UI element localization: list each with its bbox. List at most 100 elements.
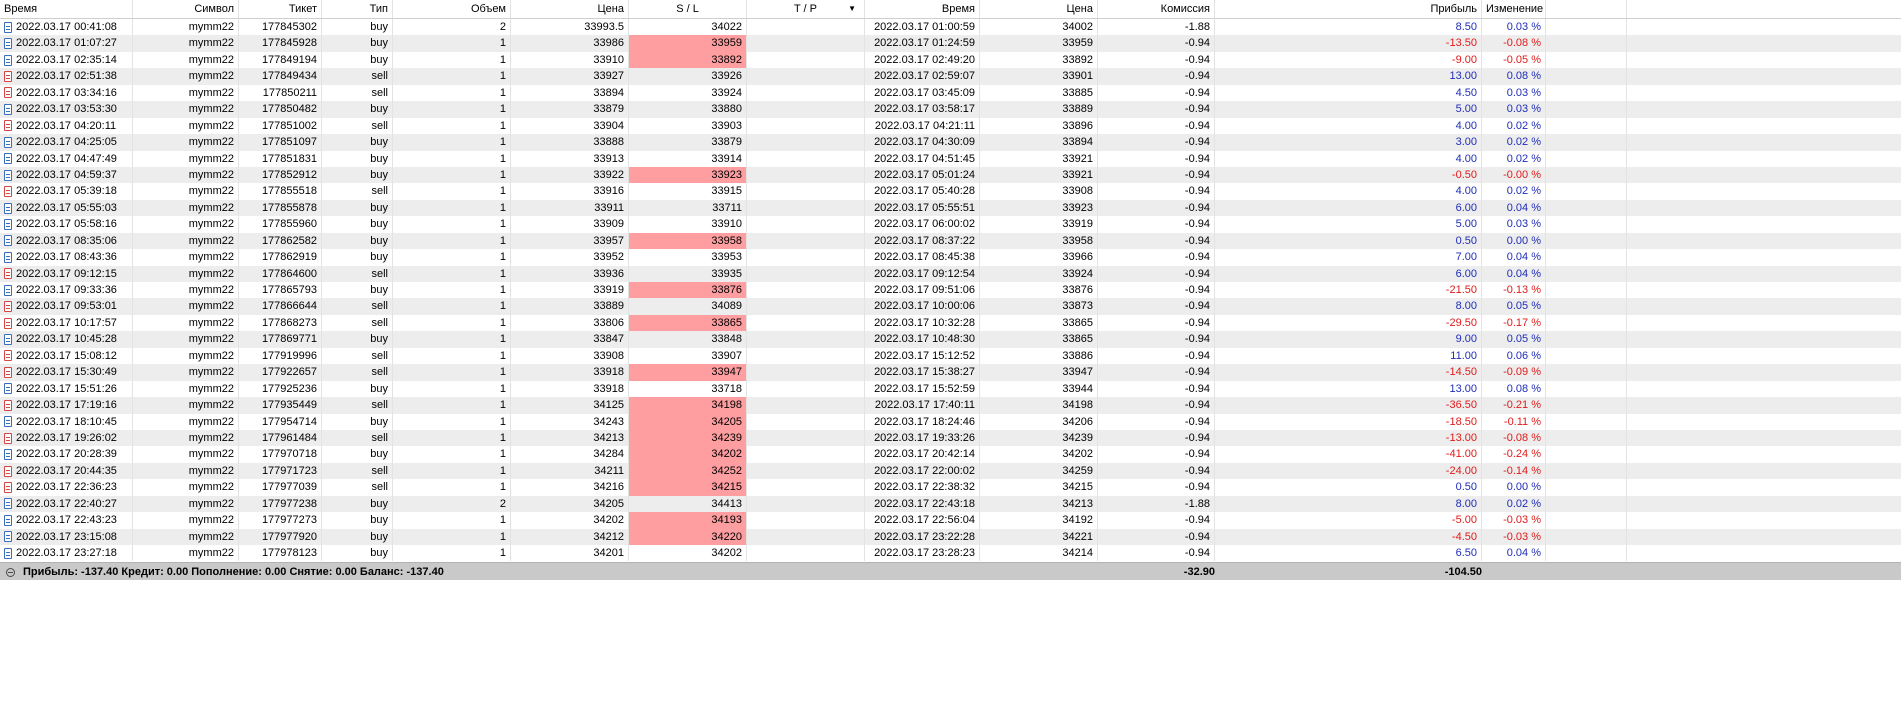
ticket-cell: 177935449: [239, 397, 322, 414]
table-row[interactable]: 2022.03.17 10:17:57 mymm22 177868273 sell 1 3…: [0, 314, 1901, 332]
sl-cell: 33914: [629, 150, 747, 167]
table-row[interactable]: 2022.03.17 23:15:08 mymm22 177977920 buy 1 34…: [0, 528, 1901, 545]
table-row[interactable]: 2022.03.17 02:51:38 mymm22 177849434 sell 1 3…: [0, 68, 1901, 85]
ticket-cell: 177851831: [239, 150, 322, 167]
profit-cell: 13.00: [1215, 68, 1482, 85]
close-price-cell: 34202: [980, 446, 1098, 463]
column-open-time[interactable]: Время: [0, 0, 133, 18]
commission-cell: -0.94: [1098, 512, 1215, 529]
open-time-text: 2022.03.17 23:15:08: [16, 530, 117, 543]
tp-cell: [747, 413, 865, 430]
column-commission[interactable]: Комиссия: [1098, 0, 1215, 18]
open-time-cell: 2022.03.17 09:12:15: [0, 265, 133, 282]
table-row[interactable]: 2022.03.17 01:07:27 mymm22 177845928 buy 1 33…: [0, 35, 1901, 52]
table-row[interactable]: 2022.03.17 02:35:14 mymm22 177849194 buy 1 33…: [0, 51, 1901, 69]
table-row[interactable]: 2022.03.17 04:59:37 mymm22 177852912 buy 1 33…: [0, 166, 1901, 184]
change-cell: 0.02 %: [1482, 183, 1546, 200]
close-price-cell: 33865: [980, 314, 1098, 332]
table-row[interactable]: 2022.03.17 10:45:28 mymm22 177869771 buy 1 33…: [0, 331, 1901, 348]
close-price-cell: 33921: [980, 166, 1098, 184]
open-time-text: 2022.03.17 04:47:49: [16, 152, 117, 165]
table-row[interactable]: 2022.03.17 09:12:15 mymm22 177864600 sell 1 3…: [0, 265, 1901, 282]
table-row[interactable]: 2022.03.17 18:10:45 mymm22 177954714 buy 1 34…: [0, 413, 1901, 430]
column-change[interactable]: Изменение: [1482, 0, 1546, 18]
open-price-cell: 34202: [511, 512, 629, 529]
ticket-cell: 177977273: [239, 512, 322, 529]
column-open-price[interactable]: Цена: [511, 0, 629, 18]
column-symbol[interactable]: Символ: [133, 0, 239, 18]
open-time-cell: 2022.03.17 10:17:57: [0, 314, 133, 332]
table-row[interactable]: 2022.03.17 08:35:06 mymm22 177862582 buy 1 33…: [0, 232, 1901, 250]
commission-cell: -0.94: [1098, 314, 1215, 332]
close-time-cell: 2022.03.17 10:48:30: [865, 331, 980, 348]
close-time-cell: 2022.03.17 23:22:28: [865, 528, 980, 545]
open-time-cell: 2022.03.17 04:20:11: [0, 117, 133, 135]
close-time-cell: 2022.03.17 10:00:06: [865, 298, 980, 315]
close-time-cell: 2022.03.17 15:12:52: [865, 347, 980, 365]
commission-cell: -1.88: [1098, 495, 1215, 513]
table-row[interactable]: 2022.03.17 15:30:49 mymm22 177922657 sell 1 3…: [0, 364, 1901, 381]
document-sell-icon: [4, 186, 12, 198]
close-price-cell: 33876: [980, 282, 1098, 299]
commission-cell: -0.94: [1098, 380, 1215, 398]
change-cell: 0.04 %: [1482, 199, 1546, 217]
table-row[interactable]: 2022.03.17 19:26:02 mymm22 177961484 sell 1 3…: [0, 429, 1901, 447]
table-row[interactable]: 2022.03.17 09:53:01 mymm22 177866644 sell 1 3…: [0, 298, 1901, 315]
table-row[interactable]: 2022.03.17 04:25:05 mymm22 177851097 buy 1 33…: [0, 134, 1901, 151]
type-cell: sell: [322, 462, 393, 480]
table-row[interactable]: 2022.03.17 22:36:23 mymm22 177977039 sell 1 3…: [0, 479, 1901, 496]
tp-cell: [747, 364, 865, 381]
open-price-cell: 33913: [511, 150, 629, 167]
symbol-cell: mymm22: [133, 117, 239, 135]
open-time-text: 2022.03.17 03:34:16: [16, 86, 117, 99]
column-sl[interactable]: S / L: [629, 0, 747, 18]
collapse-icon[interactable]: [6, 567, 15, 577]
profit-cell: -4.50: [1215, 528, 1482, 545]
volume-cell: 1: [393, 150, 511, 167]
table-row[interactable]: 2022.03.17 00:41:08 mymm22 177845302 buy 2 33…: [0, 19, 1901, 36]
table-row[interactable]: 2022.03.17 04:47:49 mymm22 177851831 buy 1 33…: [0, 150, 1901, 167]
table-row[interactable]: 2022.03.17 05:39:18 mymm22 177855518 sell 1 3…: [0, 183, 1901, 200]
symbol-cell: mymm22: [133, 397, 239, 414]
column-ticket[interactable]: Тикет: [239, 0, 322, 18]
volume-cell: 1: [393, 51, 511, 69]
table-row[interactable]: 2022.03.17 22:43:23 mymm22 177977273 buy 1 34…: [0, 512, 1901, 529]
table-row[interactable]: 2022.03.17 05:55:03 mymm22 177855878 buy 1 33…: [0, 199, 1901, 217]
table-row[interactable]: 2022.03.17 08:43:36 mymm22 177862919 buy 1 33…: [0, 249, 1901, 266]
row-filler: [1546, 380, 1627, 398]
table-row[interactable]: 2022.03.17 09:33:36 mymm22 177865793 buy 1 33…: [0, 282, 1901, 299]
document-buy-icon: [4, 218, 12, 230]
column-close-price[interactable]: Цена: [980, 0, 1098, 18]
column-tp[interactable]: T / P ▼: [747, 0, 865, 18]
column-volume[interactable]: Объем: [393, 0, 511, 18]
table-row[interactable]: 2022.03.17 22:40:27 mymm22 177977238 buy 2 34…: [0, 495, 1901, 513]
sl-cell: 33947: [629, 364, 747, 381]
column-close-time[interactable]: Время: [865, 0, 980, 18]
volume-cell: 1: [393, 183, 511, 200]
open-time-cell: 2022.03.17 02:35:14: [0, 51, 133, 69]
tp-cell: [747, 183, 865, 200]
table-row[interactable]: 2022.03.17 17:19:16 mymm22 177935449 sell 1 3…: [0, 397, 1901, 414]
type-cell: buy: [322, 495, 393, 513]
table-row[interactable]: 2022.03.17 20:44:35 mymm22 177971723 sell 1 3…: [0, 462, 1901, 480]
change-cell: -0.17 %: [1482, 314, 1546, 332]
tp-cell: [747, 528, 865, 545]
table-row[interactable]: 2022.03.17 20:28:39 mymm22 177970718 buy 1 34…: [0, 446, 1901, 463]
table-row[interactable]: 2022.03.17 15:08:12 mymm22 177919996 sell 1 3…: [0, 347, 1901, 365]
table-row[interactable]: 2022.03.17 23:27:18 mymm22 177978123 buy 1 34…: [0, 545, 1901, 562]
commission-cell: -0.94: [1098, 134, 1215, 151]
close-time-cell: 2022.03.17 08:37:22: [865, 232, 980, 250]
open-price-cell: 33894: [511, 84, 629, 102]
table-row[interactable]: 2022.03.17 15:51:26 mymm22 177925236 buy 1 33…: [0, 380, 1901, 398]
type-cell: buy: [322, 528, 393, 545]
table-row[interactable]: 2022.03.17 05:58:16 mymm22 177855960 buy 1 33…: [0, 216, 1901, 233]
ticket-cell: 177849434: [239, 68, 322, 85]
column-type[interactable]: Тип: [322, 0, 393, 18]
column-profit[interactable]: Прибыль: [1215, 0, 1482, 18]
table-row[interactable]: 2022.03.17 03:34:16 mymm22 177850211 sell 1 3…: [0, 84, 1901, 102]
close-time-cell: 2022.03.17 02:49:20: [865, 51, 980, 69]
table-row[interactable]: 2022.03.17 03:53:30 mymm22 177850482 buy 1 33…: [0, 101, 1901, 118]
open-time-text: 2022.03.17 15:51:26: [16, 382, 117, 395]
open-time-cell: 2022.03.17 00:41:08: [0, 19, 133, 36]
table-row[interactable]: 2022.03.17 04:20:11 mymm22 177851002 sell 1 3…: [0, 117, 1901, 135]
